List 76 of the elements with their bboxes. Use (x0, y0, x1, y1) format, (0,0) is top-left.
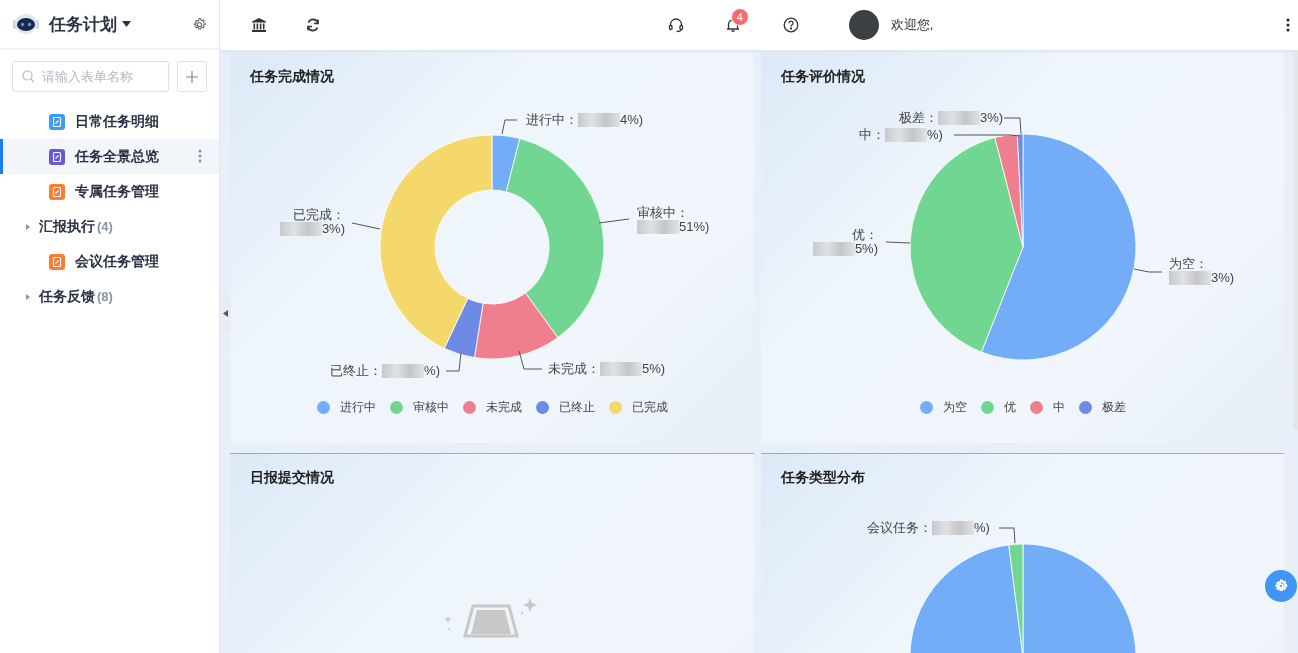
sidebar-item[interactable]: 任务全景总览 (0, 139, 219, 174)
settings-button[interactable] (1265, 570, 1297, 602)
chart-label: 未完成： (548, 362, 600, 376)
leader-line (885, 241, 911, 244)
chart-label: 审核中： (637, 206, 689, 220)
sidebar-item[interactable]: 会议任务管理 (0, 244, 219, 279)
chart-label: 5%) (642, 362, 666, 376)
chart-label: 极差： (899, 111, 938, 125)
chart-label: 4%) (620, 113, 644, 127)
blurred-value (932, 521, 974, 535)
plus-icon (186, 70, 198, 83)
leader-line (1133, 268, 1163, 273)
sidebar-item[interactable]: 专属任务管理 (0, 174, 219, 209)
chart-label: 3%) (321, 222, 345, 236)
sidebar-group[interactable]: 任务反馈(8) (0, 279, 219, 314)
chart-label: 51%) (679, 220, 710, 234)
chart-label: 5%) (854, 242, 878, 256)
item-count: (4) (97, 219, 113, 234)
blurred-value (812, 242, 855, 256)
chart-label: 会议任务： (867, 521, 932, 535)
item-count: (8) (97, 289, 113, 304)
caret-icon[interactable] (122, 21, 131, 27)
blurred-value (637, 220, 679, 234)
legend-item[interactable]: 已完成 (608, 399, 668, 416)
gear-icon (1274, 579, 1288, 593)
legend-item[interactable]: 进行中 (316, 399, 376, 416)
legend-item[interactable]: 审核中 (389, 399, 449, 416)
chart-label: 3%) (980, 111, 1004, 125)
legend-item[interactable]: 中 (1029, 399, 1065, 416)
leader-line (501, 119, 518, 135)
blurred-value (382, 364, 425, 378)
chart-label: 为空： (1169, 257, 1208, 271)
refresh-icon[interactable] (305, 17, 321, 33)
chart-label: %) (927, 128, 943, 142)
blurred-value (279, 222, 322, 236)
leader-line (998, 527, 1016, 544)
collapse-handle[interactable] (220, 294, 231, 333)
notification-badge: 4 (730, 8, 749, 26)
avatar[interactable] (848, 10, 879, 40)
search-field[interactable]: 请输入表单名称 (12, 61, 169, 92)
card-title: 任务类型分布 (779, 468, 866, 487)
bank-icon[interactable] (251, 17, 267, 33)
card-title: 任务评价情况 (779, 67, 866, 86)
headset-icon[interactable] (667, 17, 684, 33)
chart-label: 进行中： (526, 113, 578, 127)
chart-label: 优： (852, 228, 878, 242)
legend-item[interactable]: 优 (980, 399, 1016, 416)
card-title: 任务完成情况 (248, 67, 335, 86)
chart-label: 中： (859, 128, 885, 142)
legend-item[interactable]: 未完成 (462, 399, 522, 416)
scrollbar[interactable] (1293, 50, 1298, 430)
sidebar-item[interactable]: 日常任务明细 (0, 104, 219, 139)
chart-label: %) (974, 521, 990, 535)
card-title: 日报提交情况 (249, 468, 335, 487)
leader-line (598, 218, 630, 224)
leader-line (445, 352, 462, 372)
blurred-value (578, 113, 620, 127)
legend-item[interactable]: 为空 (919, 399, 967, 416)
chart-label: 已完成： (293, 208, 345, 222)
blurred-value (938, 111, 980, 125)
settings-icon[interactable] (192, 16, 207, 32)
leader-line (518, 350, 543, 370)
search-icon (22, 70, 35, 83)
leader-line (351, 222, 381, 230)
sidebar-group[interactable]: 汇报执行(4) (0, 209, 219, 244)
legend-item[interactable]: 已终止 (535, 399, 595, 416)
greeting-text: 欢迎您, (890, 16, 934, 34)
chart-label: 3%) (1211, 271, 1235, 285)
legend-item[interactable]: 极差 (1078, 399, 1126, 416)
help-icon[interactable] (782, 17, 799, 33)
blurred-value (1169, 271, 1211, 285)
app-title-dropdown[interactable]: 任务计划 (49, 12, 131, 36)
chart-label: %) (424, 364, 440, 378)
blurred-value (600, 362, 642, 376)
chart-label: 已终止： (330, 364, 383, 378)
blurred-value (885, 128, 927, 142)
